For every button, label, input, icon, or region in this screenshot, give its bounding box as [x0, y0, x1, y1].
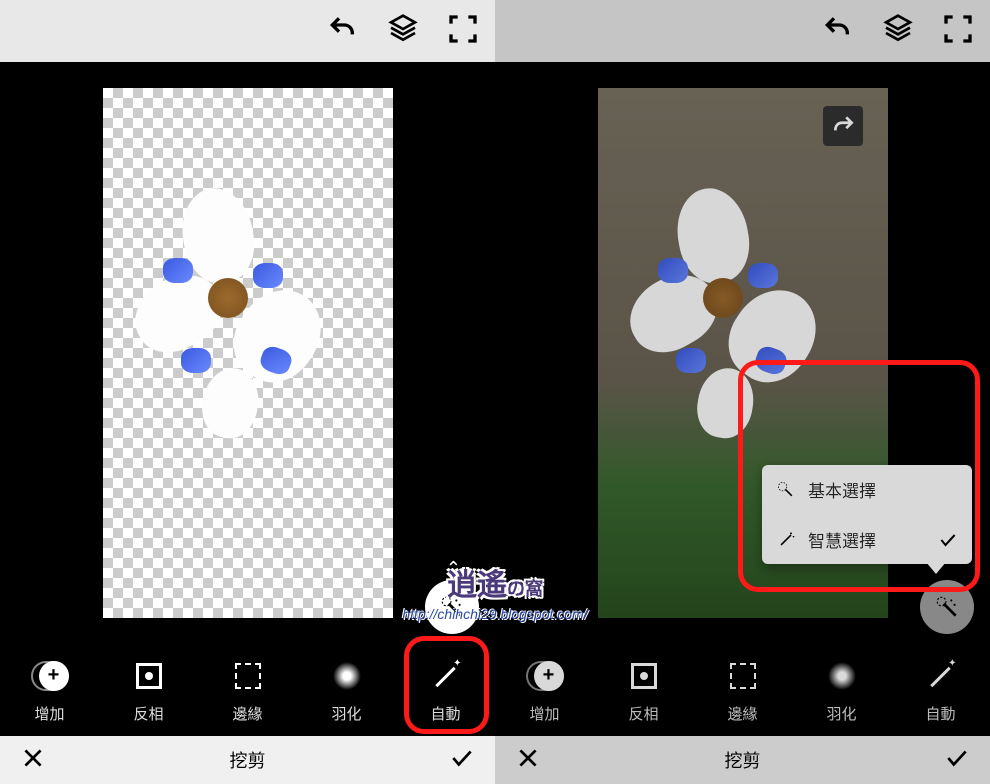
tool-label: 自動 [925, 703, 955, 724]
tool-label: 邊緣 [727, 703, 757, 724]
wand-icon [432, 662, 460, 690]
undo-icon[interactable] [327, 13, 359, 50]
left-screenshot: ⌃ −+ 增加 反相 邊緣 羽化 自動 [0, 0, 495, 784]
feather-icon [333, 662, 361, 690]
wand-icon [776, 530, 796, 550]
tool-label: 增加 [529, 703, 559, 724]
fullscreen-icon[interactable] [942, 13, 974, 50]
feather-icon [828, 662, 856, 690]
tool-invert[interactable]: 反相 [594, 644, 693, 736]
tool-label: 反相 [628, 703, 658, 724]
tool-label: 自動 [430, 703, 460, 724]
confirm-button[interactable] [449, 745, 475, 776]
invert-icon [136, 663, 162, 689]
tool-add[interactable]: −+ 增加 [0, 644, 99, 736]
tool-auto[interactable]: 自動 [891, 644, 990, 736]
popup-option-basic[interactable]: 基本選擇 [762, 465, 972, 514]
bottombar: 挖剪 [0, 736, 495, 784]
edge-icon [235, 663, 261, 689]
tool-label: 反相 [133, 703, 163, 724]
cancel-button[interactable] [20, 745, 46, 776]
bottombar: 挖剪 [495, 736, 990, 784]
page-title: 挖剪 [725, 747, 761, 773]
popup-label: 智慧選擇 [808, 527, 876, 552]
tool-edge[interactable]: 邊緣 [693, 644, 792, 736]
check-icon [938, 530, 958, 550]
cancel-button[interactable] [515, 745, 541, 776]
layers-icon[interactable] [882, 13, 914, 50]
topbar [0, 0, 495, 62]
magic-wand-fab[interactable] [920, 580, 974, 634]
edge-icon [730, 663, 756, 689]
tool-feather[interactable]: 羽化 [297, 644, 396, 736]
tool-feather[interactable]: 羽化 [792, 644, 891, 736]
brush-icon [776, 480, 796, 500]
canvas[interactable]: ⌃ [0, 62, 495, 644]
layers-icon[interactable] [387, 13, 419, 50]
selection-mode-popup: 基本選擇 智慧選擇 [762, 465, 972, 564]
tool-invert[interactable]: 反相 [99, 644, 198, 736]
toolbar: −+ 增加 反相 邊緣 羽化 自動 [0, 644, 495, 736]
redo-button[interactable] [823, 106, 863, 146]
tool-label: 邊緣 [232, 703, 262, 724]
canvas[interactable]: 基本選擇 智慧選擇 [495, 62, 990, 644]
invert-icon [631, 663, 657, 689]
tool-auto[interactable]: 自動 [396, 644, 495, 736]
tool-label: 增加 [34, 703, 64, 724]
add-toggle-icon: −+ [526, 661, 564, 691]
right-screenshot: 基本選擇 智慧選擇 −+ 增加 反相 邊緣 [495, 0, 990, 784]
wand-icon [927, 662, 955, 690]
add-toggle-icon: −+ [31, 661, 69, 691]
popup-label: 基本選擇 [808, 477, 876, 502]
undo-icon[interactable] [822, 13, 854, 50]
magic-wand-fab[interactable] [425, 580, 479, 634]
fullscreen-icon[interactable] [447, 13, 479, 50]
tool-label: 羽化 [826, 703, 856, 724]
tool-edge[interactable]: 邊緣 [198, 644, 297, 736]
toolbar: −+ 增加 反相 邊緣 羽化 自動 [495, 644, 990, 736]
topbar [495, 0, 990, 62]
page-title: 挖剪 [230, 747, 266, 773]
tool-label: 羽化 [331, 703, 361, 724]
chevron-up-icon: ⌃ [446, 558, 461, 579]
transparent-canvas [103, 88, 393, 618]
tool-add[interactable]: −+ 增加 [495, 644, 594, 736]
popup-option-smart[interactable]: 智慧選擇 [762, 514, 972, 564]
confirm-button[interactable] [944, 745, 970, 776]
